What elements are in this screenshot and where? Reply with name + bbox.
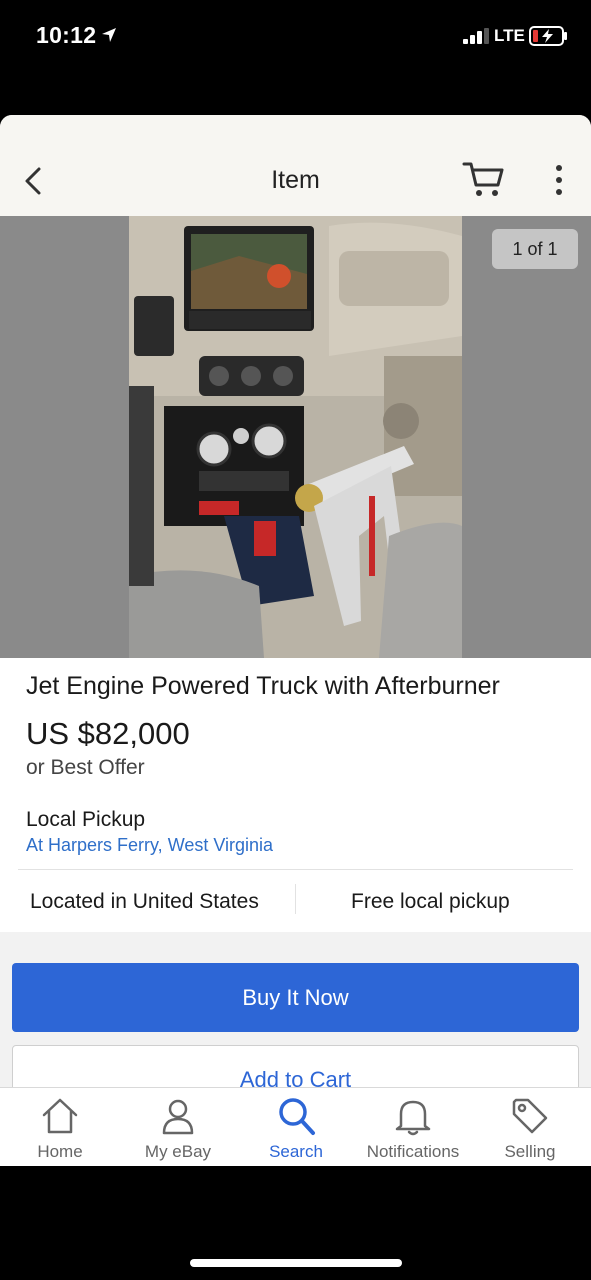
tab-selling[interactable]: Selling <box>471 1088 589 1166</box>
info-separator <box>295 884 296 914</box>
battery-charging-icon <box>529 26 569 51</box>
tab-bar: Home My eBay Search Notifications Sellin… <box>0 1087 591 1166</box>
tab-home[interactable]: Home <box>1 1088 119 1166</box>
status-time: 10:12 <box>36 22 97 48</box>
status-bar: 10:12 LTE <box>0 0 591 70</box>
item-location: Located in United States <box>30 890 259 913</box>
app-screen: Item 1 of 1 Jet Engine Powered Truck wit… <box>0 115 591 1166</box>
listing-price: US $82,000 <box>26 716 190 751</box>
listing-title: Jet Engine Powered Truck with Afterburne… <box>26 672 500 700</box>
shipping-info: Free local pickup <box>351 890 510 913</box>
best-offer-text: or Best Offer <box>26 756 145 779</box>
pickup-label: Local Pickup <box>26 808 146 831</box>
signal-bars-icon <box>463 28 491 49</box>
person-icon <box>162 1099 194 1135</box>
shipping-info-row: Located in United States Free local pick… <box>0 870 591 932</box>
more-vertical-icon[interactable] <box>550 163 568 197</box>
photo-gallery[interactable]: 1 of 1 <box>0 216 591 658</box>
home-indicator[interactable] <box>190 1259 402 1267</box>
tag-icon <box>512 1098 548 1134</box>
tab-label: Search <box>269 1142 323 1161</box>
tab-label: Notifications <box>366 1142 460 1161</box>
tab-label: My eBay <box>144 1142 212 1161</box>
tab-my-ebay[interactable]: My eBay <box>119 1088 237 1166</box>
bell-icon <box>395 1100 431 1136</box>
photo-counter: 1 of 1 <box>492 229 578 269</box>
home-icon <box>42 1098 78 1134</box>
tab-label: Selling <box>504 1142 556 1161</box>
buy-it-now-button[interactable]: Buy It Now <box>12 963 579 1032</box>
tab-label: Home <box>37 1142 83 1161</box>
nav-bar: Item <box>0 115 591 216</box>
network-type: LTE <box>494 26 525 45</box>
tab-search[interactable]: Search <box>237 1088 355 1166</box>
action-area: Buy It Now Add to Cart <box>0 932 591 1114</box>
listing-photo[interactable] <box>129 216 462 658</box>
tab-notifications[interactable]: Notifications <box>354 1088 472 1166</box>
location-arrow-icon <box>101 27 117 48</box>
pickup-location-link[interactable]: At Harpers Ferry, West Virginia <box>26 835 273 856</box>
search-icon <box>279 1098 315 1135</box>
cart-icon[interactable] <box>461 159 505 199</box>
